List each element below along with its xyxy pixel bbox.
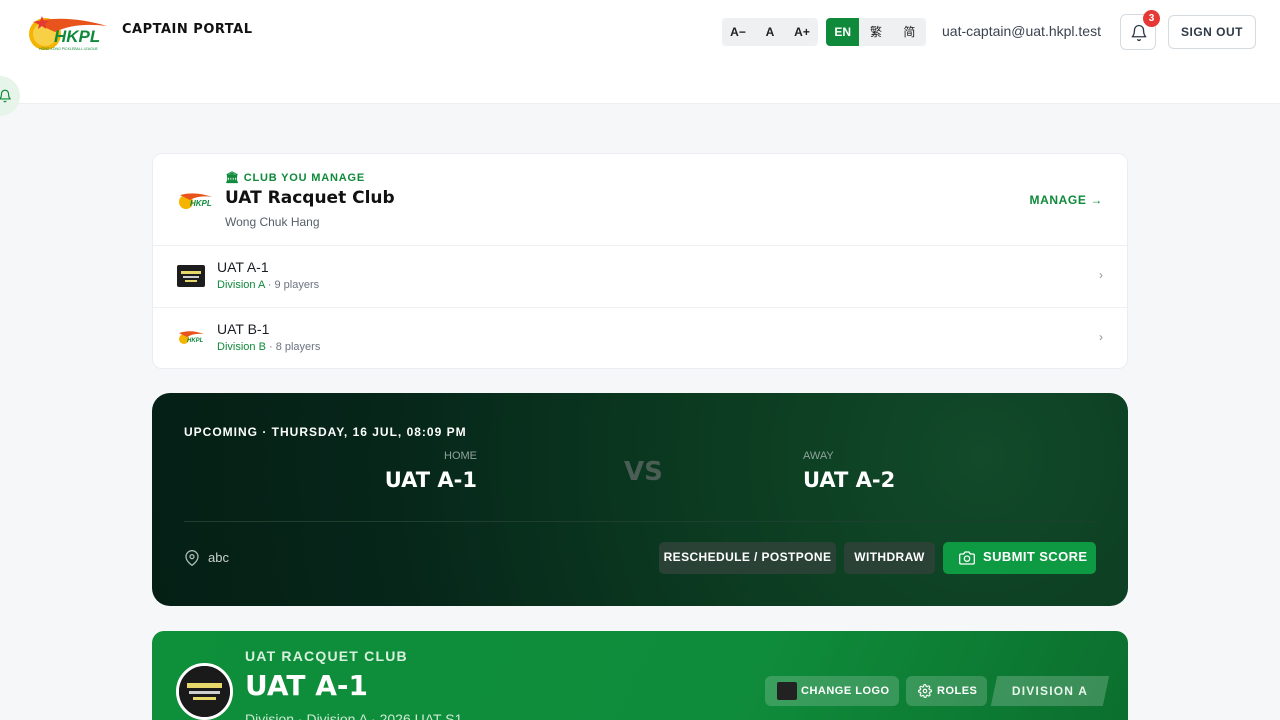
team-meta: Division B · 8 players <box>217 341 320 353</box>
svg-text:HONG KONG PICKLEBALL LEAGUE: HONG KONG PICKLEBALL LEAGUE <box>39 47 98 51</box>
club-card: HKPL 🏛 CLUB YOU MANAGE UAT Racquet Club W… <box>152 153 1128 369</box>
team-row[interactable]: UAT A-1 Division A · 9 players › <box>153 245 1127 307</box>
lang-en-button[interactable]: EN <box>826 18 860 46</box>
club-name: UAT Racquet Club <box>225 188 395 208</box>
chevron-right-icon: › <box>1099 330 1103 344</box>
svg-text:HKPL: HKPL <box>187 338 204 344</box>
chevron-right-icon: › <box>1099 268 1103 282</box>
roles-button[interactable]: ROLES <box>906 676 987 706</box>
camera-icon <box>959 551 975 565</box>
manage-club-link[interactable]: MANAGE → <box>1030 193 1103 207</box>
team-name: UAT A-1 <box>217 259 269 275</box>
team-division: Division B <box>217 341 266 353</box>
team-thumbnail <box>177 265 205 287</box>
font-reset-button[interactable]: A <box>754 18 786 46</box>
away-team-name: UAT A-2 <box>803 468 896 492</box>
change-logo-button[interactable]: CHANGE LOGO <box>765 676 899 706</box>
svg-text:HKPL: HKPL <box>54 27 100 46</box>
bell-icon <box>0 89 11 103</box>
language-switcher: EN 繁 简 <box>826 18 926 46</box>
club-location: Wong Chuk Hang <box>225 215 320 229</box>
banner-subtitle: Division · Division A · 2026 UAT S1 <box>245 711 463 720</box>
user-email: uat-captain@uat.hkpl.test <box>942 23 1101 39</box>
change-logo-label: CHANGE LOGO <box>801 685 890 697</box>
team-division: Division A <box>217 279 265 291</box>
notification-count-badge: 3 <box>1143 10 1160 27</box>
hkpl-logo[interactable]: HKPL HONG KONG PICKLEBALL LEAGUE <box>25 12 109 52</box>
portal-title: CAPTAIN PORTAL <box>122 22 253 37</box>
division-tag-label: DIVISION A <box>1011 684 1089 698</box>
team-thumbnail: HKPL <box>179 331 204 344</box>
club-eyebrow-label: CLUB YOU MANAGE <box>243 172 365 184</box>
gear-icon <box>918 684 932 698</box>
team-name: UAT B-1 <box>217 321 270 337</box>
team-player-count: · 9 players <box>267 279 320 291</box>
team-logo-image <box>179 666 230 717</box>
submit-score-label: SUBMIT SCORE <box>983 549 1088 564</box>
banner-team-name: UAT A-1 <box>245 669 368 702</box>
club-logo: HKPL <box>179 193 212 209</box>
divider <box>184 521 1096 522</box>
banner-club-name: UAT RACQUET CLUB <box>245 648 408 664</box>
team-meta: Division A · 9 players <box>217 279 319 291</box>
sign-out-button[interactable]: SIGN OUT <box>1168 15 1256 49</box>
home-label: HOME <box>444 450 477 462</box>
away-label: AWAY <box>803 450 834 462</box>
withdraw-button[interactable]: WITHDRAW <box>844 542 935 574</box>
font-size-switcher: A− A A+ <box>722 18 818 46</box>
submit-score-button[interactable]: SUBMIT SCORE <box>943 542 1096 574</box>
top-header: HKPL HONG KONG PICKLEBALL LEAGUE CAPTAIN… <box>0 0 1280 104</box>
lang-traditional-chinese-button[interactable]: 繁 <box>859 18 892 46</box>
match-venue: abc <box>208 550 229 565</box>
home-team-name: UAT A-1 <box>384 468 477 492</box>
lang-simplified-chinese-button[interactable]: 简 <box>893 18 926 46</box>
building-icon: 🏛 <box>225 172 240 184</box>
match-datetime: UPCOMING · THURSDAY, 16 JUL, 08:09 PM <box>184 425 467 439</box>
location-pin-icon <box>185 550 199 566</box>
bell-icon <box>1131 24 1147 42</box>
font-increase-button[interactable]: A+ <box>786 18 818 46</box>
logo-thumbnail <box>777 682 797 700</box>
reschedule-button[interactable]: RESCHEDULE / POSTPONE <box>659 542 836 574</box>
club-eyebrow: 🏛 CLUB YOU MANAGE <box>225 171 365 184</box>
roles-label: ROLES <box>937 685 978 697</box>
team-player-count: · 8 players <box>268 341 321 353</box>
vs-label: VS <box>624 457 663 487</box>
svg-text:HKPL: HKPL <box>190 199 212 208</box>
team-row[interactable]: HKPL UAT B-1 Division B · 8 players › <box>153 307 1127 369</box>
upcoming-match-card: UPCOMING · THURSDAY, 16 JUL, 08:09 PM HO… <box>152 393 1128 606</box>
team-avatar <box>176 663 233 720</box>
division-tag: DIVISION A <box>990 676 1110 706</box>
team-banner: UAT RACQUET CLUB UAT A-1 Division · Divi… <box>152 631 1128 720</box>
font-decrease-button[interactable]: A− <box>722 18 754 46</box>
